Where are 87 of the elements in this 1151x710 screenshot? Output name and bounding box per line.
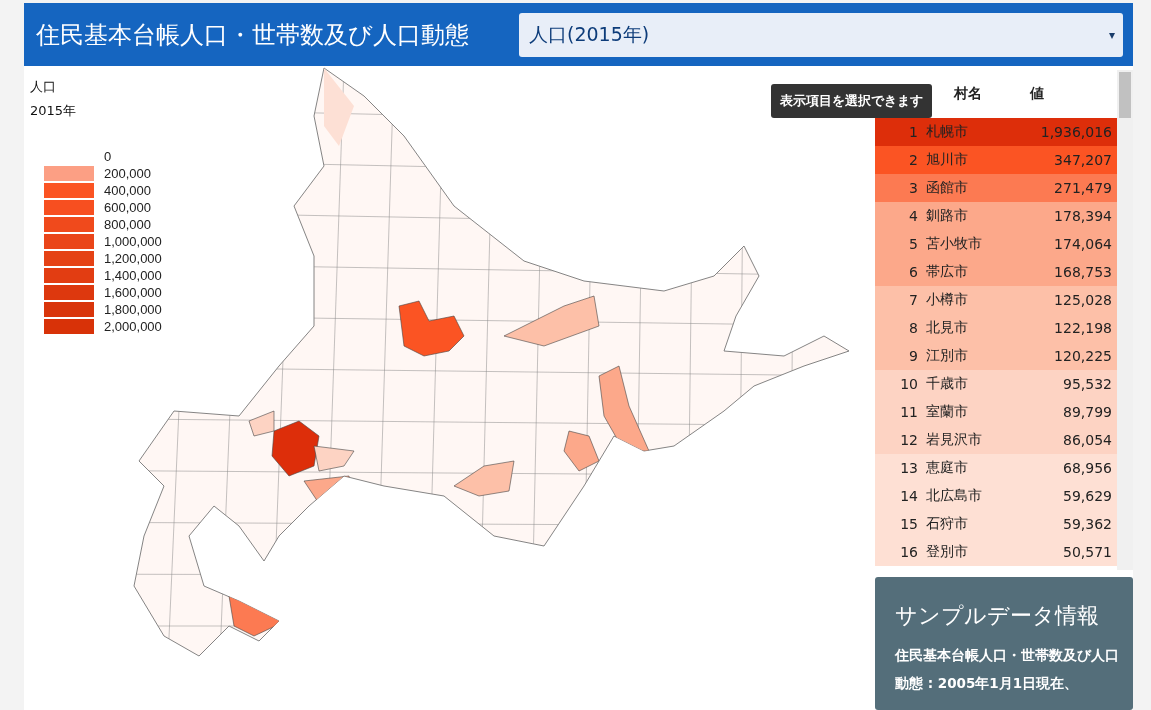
- scrollbar[interactable]: [1117, 70, 1133, 570]
- table-row[interactable]: 13 恵庭市 68,956: [875, 454, 1117, 482]
- table-row[interactable]: 12 岩見沢市 86,054: [875, 426, 1117, 454]
- table-row[interactable]: 7 小樽市 125,028: [875, 286, 1117, 314]
- rank-cell-text: 12: [899, 432, 918, 448]
- value-cell-text: 122,198: [1053, 320, 1113, 336]
- rank-cell-text: 16: [899, 544, 918, 560]
- column-header: 値: [1030, 85, 1044, 103]
- rank-cell-text: 6: [908, 264, 918, 280]
- value-cell-text: 271,479: [1053, 180, 1113, 196]
- rank-cell-text: 15: [899, 516, 918, 532]
- scroll-thumb[interactable]: [1119, 72, 1131, 118]
- info-text: 住民基本台帳人口・世帯数及び人口動態 : 2005年1月1日現在、: [895, 646, 1120, 693]
- table-row[interactable]: 6 帯広市 168,753: [875, 258, 1117, 286]
- item-select[interactable]: 人口(2015年) ▾: [519, 12, 1123, 57]
- table-row[interactable]: 8 北見市 122,198: [875, 314, 1117, 342]
- legend-label: 0: [104, 149, 112, 164]
- info-title: サンプルデータ情報: [895, 602, 1100, 630]
- value-cell-text: 95,532: [1062, 376, 1113, 392]
- value-cell-text: 168,753: [1053, 264, 1113, 280]
- rank-cell-text: 7: [908, 292, 918, 308]
- value-cell-text: 120,225: [1053, 348, 1113, 364]
- rank-cell-text: 10: [899, 376, 918, 392]
- value-cell-text: 174,064: [1053, 236, 1113, 252]
- tooltip: 表示項目を選択できます: [771, 84, 932, 118]
- value-cell-text: 178,394: [1053, 208, 1113, 224]
- value-cell-text: 59,629: [1062, 488, 1113, 504]
- name-cell-text: 岩見沢市: [925, 431, 983, 449]
- name-cell-text: 登別市: [925, 543, 969, 561]
- value-cell-text: 89,799: [1062, 404, 1113, 420]
- rank-cell-text: 8: [908, 320, 918, 336]
- name-cell-text: 江別市: [925, 347, 969, 365]
- legend-label: 1,200,000: [104, 251, 162, 266]
- name-cell-text: 札幌市: [925, 123, 969, 141]
- name-cell-text: 帯広市: [925, 263, 969, 281]
- name-cell-text: 函館市: [925, 179, 969, 197]
- table-row[interactable]: 2 旭川市 347,207: [875, 146, 1117, 174]
- value-cell-text: 68,956: [1062, 460, 1113, 476]
- legend-subtitle: 2015年: [30, 102, 78, 120]
- legend-label: 1,600,000: [104, 285, 162, 300]
- rank-cell-text: 13: [899, 460, 918, 476]
- legend-label: 800,000: [104, 217, 151, 232]
- table-row[interactable]: 4 釧路市 178,394: [875, 202, 1117, 230]
- rank-cell-text: 1: [908, 124, 918, 140]
- legend-label: 1,400,000: [104, 268, 162, 283]
- name-cell-text: 北広島市: [925, 487, 983, 505]
- rank-cell-text: 2: [908, 152, 918, 168]
- column-header: 村名: [954, 85, 982, 103]
- table-row[interactable]: 5 苫小牧市 174,064: [875, 230, 1117, 258]
- name-cell-text: 石狩市: [925, 515, 969, 533]
- table-row[interactable]: 3 函館市 271,479: [875, 174, 1117, 202]
- legend-label: 200,000: [104, 166, 151, 181]
- table-row[interactable]: 14 北広島市 59,629: [875, 482, 1117, 510]
- legend-label: 1,800,000: [104, 302, 162, 317]
- rank-cell-text: 9: [908, 348, 918, 364]
- legend-title: 人口: [30, 78, 57, 96]
- value-cell-text: 347,207: [1053, 152, 1113, 168]
- value-cell-text: 1,936,016: [1039, 124, 1113, 140]
- name-cell-text: 旭川市: [925, 151, 969, 169]
- legend-label: 400,000: [104, 183, 151, 198]
- select-value: 人口(2015年): [529, 21, 651, 47]
- legend-label: 600,000: [104, 200, 151, 215]
- rank-cell-text: 14: [899, 488, 918, 504]
- value-cell-text: 86,054: [1062, 432, 1113, 448]
- value-cell-text: 125,028: [1053, 292, 1113, 308]
- rank-cell-text: 3: [908, 180, 918, 196]
- value-cell-text: 50,571: [1062, 544, 1113, 560]
- name-cell-text: 北見市: [925, 319, 969, 337]
- caret-icon: ▾: [1108, 27, 1115, 42]
- name-cell-text: 恵庭市: [925, 459, 969, 477]
- name-cell-text: 室蘭市: [925, 403, 969, 421]
- name-cell-text: 千歳市: [925, 375, 969, 393]
- rank-cell-text: 11: [899, 404, 918, 420]
- page-title: 住民基本台帳人口・世帯数及び人口動態: [36, 19, 469, 51]
- table-row[interactable]: 16 登別市 50,571: [875, 538, 1117, 566]
- table-row[interactable]: 9 江別市 120,225: [875, 342, 1117, 370]
- name-cell-text: 苫小牧市: [925, 235, 983, 253]
- legend-label: 2,000,000: [104, 319, 162, 334]
- rank-cell-text: 5: [908, 236, 918, 252]
- rank-cell-text: 4: [908, 208, 918, 224]
- legend-label: 1,000,000: [104, 234, 162, 249]
- table-row[interactable]: 15 石狩市 59,362: [875, 510, 1117, 538]
- name-cell-text: 釧路市: [925, 207, 969, 225]
- name-cell-text: 小樽市: [925, 291, 969, 309]
- table-row[interactable]: 10 千歳市 95,532: [875, 370, 1117, 398]
- table-row[interactable]: 11 室蘭市 89,799: [875, 398, 1117, 426]
- value-cell-text: 59,362: [1062, 516, 1113, 532]
